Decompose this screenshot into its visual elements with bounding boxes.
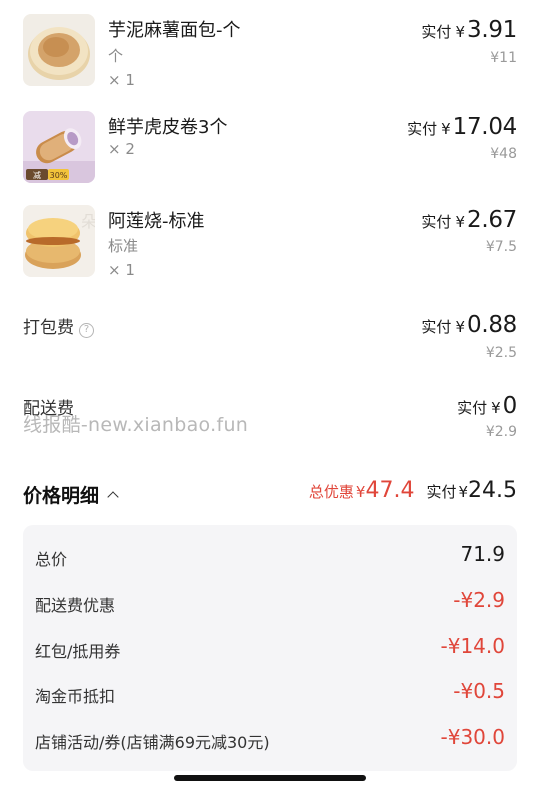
currency-symbol: ¥ (458, 483, 469, 501)
total-paid-amount: 24.5 (468, 478, 517, 503)
paid-amount: 0 (502, 393, 518, 419)
item-spec: 标准 (108, 237, 139, 255)
paid-amount: 3.91 (466, 17, 517, 43)
currency-symbol: ¥ (455, 23, 465, 41)
detail-value: -¥30.0 (440, 725, 505, 749)
price-detail-toggle[interactable]: 价格明细 (23, 481, 119, 508)
currency-symbol: ¥ (491, 399, 501, 417)
detail-label: 红包/抵用券 (35, 642, 121, 661)
paid-label: 实付 (421, 318, 452, 336)
detail-value: 71.9 (460, 542, 505, 566)
packing-fee-original: ¥2.5 (485, 345, 517, 361)
paid-label: 实付 (421, 23, 452, 41)
detail-value: -¥14.0 (440, 634, 505, 658)
packing-fee-paid: 实付 ¥ 0.88 (421, 312, 517, 338)
detail-row-coins: 淘金币抵扣 -¥0.5 (23, 679, 517, 709)
price-detail-title: 价格明细 (23, 485, 100, 507)
home-indicator[interactable] (174, 775, 366, 781)
item-paid-price: 实付 ¥ 3.91 (421, 17, 517, 43)
detail-label: 总价 (35, 550, 68, 569)
original-price: ¥7.5 (485, 239, 517, 255)
item-name: 鲜芋虎皮卷3个 (108, 117, 228, 138)
total-paid-label: 实付 (426, 483, 457, 501)
round-bread-image (23, 14, 95, 86)
currency-symbol: ¥ (455, 318, 465, 336)
delivery-fee-original: ¥2.9 (485, 424, 517, 440)
packing-fee-label: 打包费? (23, 313, 94, 338)
packing-fee-text: 打包费 (23, 318, 74, 338)
detail-value: -¥2.9 (453, 588, 505, 612)
detail-value: -¥0.5 (453, 679, 505, 703)
detail-label: 淘金币抵扣 (35, 687, 116, 706)
detail-row-total: 总价 71.9 (23, 542, 517, 572)
taro-roll-image: 减 30% (23, 111, 95, 183)
detail-label: 店铺活动/券(店铺满69元减30元) (35, 733, 270, 752)
original-price: ¥48 (490, 146, 517, 162)
item-spec: 个 (108, 47, 124, 65)
total-discount-amount: 47.4 (365, 478, 415, 503)
paid-label: 实付 (407, 120, 438, 138)
item-paid-price: 实付 ¥ 17.04 (407, 114, 517, 140)
detail-row-coupon: 红包/抵用券 -¥14.0 (23, 634, 517, 664)
detail-row-store-promo: 店铺活动/券(店铺满69元减30元) -¥30.0 (23, 725, 517, 755)
currency-symbol: ¥ (355, 483, 366, 501)
watermark: 线报酷-new.xianbao.fun (23, 414, 249, 436)
delivery-fee-paid: 实付 ¥ 0 (457, 393, 517, 419)
discount-badge-a: 减 (33, 170, 41, 180)
item-paid-price: 实付 ¥ 2.67 (421, 207, 517, 233)
price-detail-panel: 总价 71.9 配送费优惠 -¥2.9 红包/抵用券 -¥14.0 淘金币抵扣 … (23, 525, 517, 771)
item-quantity: × 2 (108, 140, 135, 158)
paid-label: 实付 (457, 399, 488, 417)
item-name: 芋泥麻薯面包-个 (108, 20, 241, 41)
question-circle-icon[interactable]: ? (79, 323, 94, 338)
paid-amount: 0.88 (466, 312, 517, 338)
paid-label: 实付 (421, 213, 452, 231)
original-price: ¥11 (490, 50, 517, 66)
svg-text:朵: 朵 (81, 212, 95, 231)
price-summary: 总优惠 ¥ 47.4 实付 ¥ 24.5 (309, 478, 517, 503)
item-name: 阿莲烧-标准 (108, 211, 205, 232)
paid-amount: 17.04 (452, 114, 518, 140)
discount-badge-b: 30% (50, 171, 68, 180)
paid-amount: 2.67 (466, 207, 517, 233)
currency-symbol: ¥ (441, 120, 451, 138)
item-quantity: × 1 (108, 71, 135, 89)
detail-row-delivery-discount: 配送费优惠 -¥2.9 (23, 588, 517, 618)
item-quantity: × 1 (108, 261, 135, 279)
chevron-up-icon (107, 491, 119, 503)
currency-symbol: ¥ (455, 213, 465, 231)
pastry-image: 朵 (23, 205, 95, 277)
total-discount-label: 总优惠 (308, 483, 354, 501)
detail-label: 配送费优惠 (35, 596, 116, 615)
